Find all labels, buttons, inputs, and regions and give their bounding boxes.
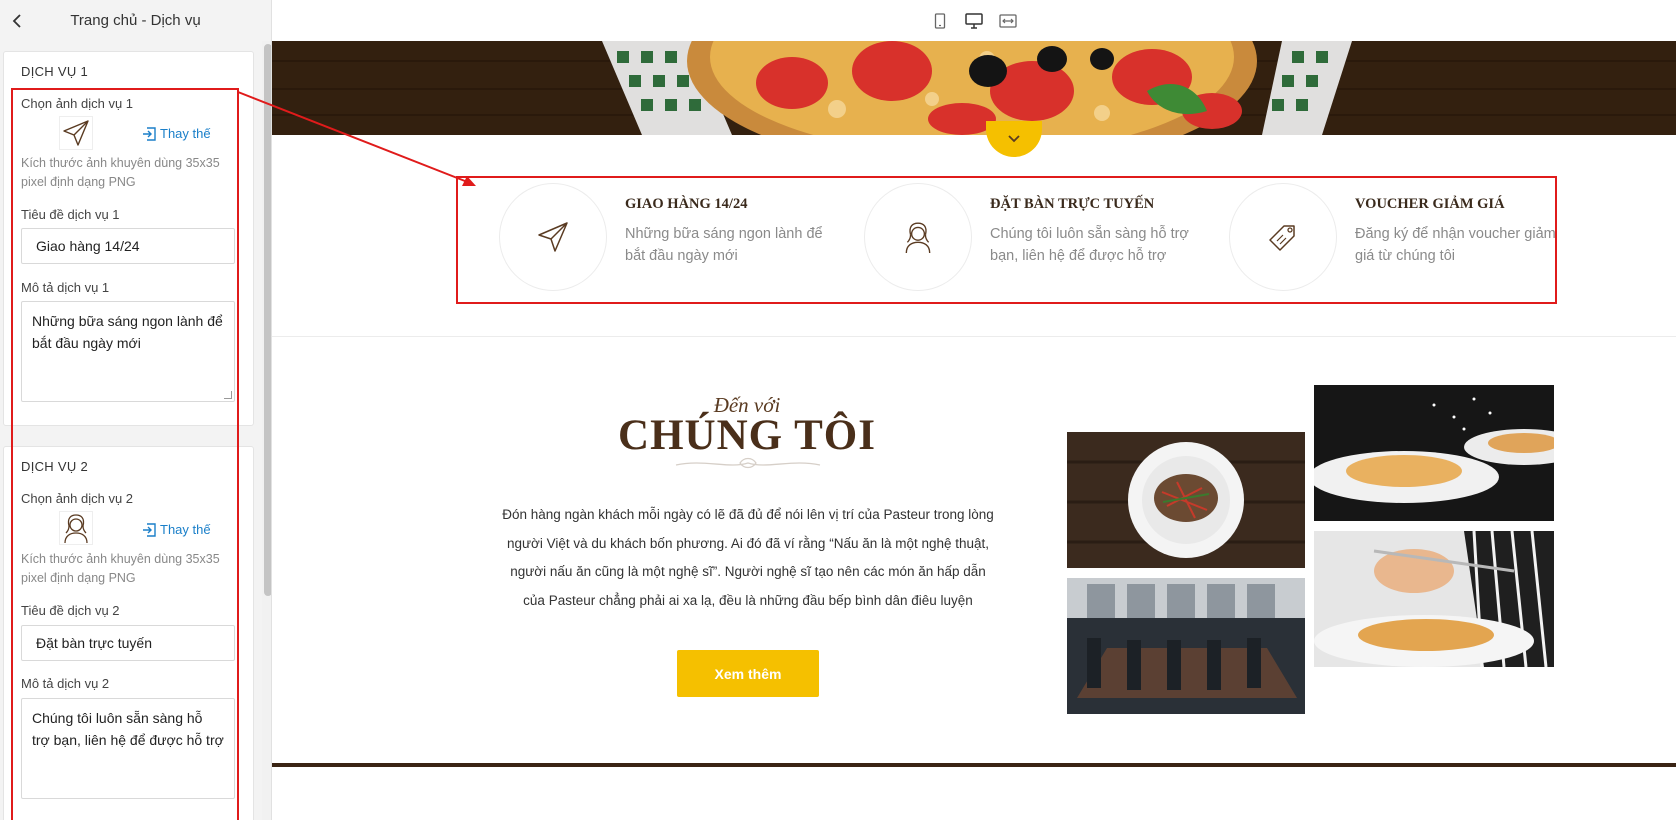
site-preview: GIAO HÀNG 14/24 Những bữa sáng ngon lành…	[272, 41, 1676, 820]
see-more-button[interactable]: Xem thêm	[677, 650, 819, 697]
service-1-card: DỊCH VỤ 1 Chọn ảnh dịch vụ 1 Thay thế Kí…	[3, 51, 254, 426]
service-1-image-label: Chọn ảnh dịch vụ 1	[21, 96, 134, 111]
service-1-title: GIAO HÀNG 14/24	[625, 196, 748, 212]
footer-strip	[272, 763, 1676, 767]
chevron-left-icon	[12, 13, 21, 28]
service-2-title: ĐẶT BÀN TRỰC TUYẾN	[990, 196, 1155, 212]
replace-label: Thay thế	[160, 126, 211, 141]
service-2-card: DỊCH VỤ 2 Chọn ảnh dịch vụ 2 Thay thế Kí…	[3, 446, 254, 820]
mobile-view-button[interactable]	[930, 11, 950, 31]
fullwidth-icon	[999, 13, 1017, 28]
section-divider	[272, 336, 1676, 337]
service-2-icon-circle	[864, 183, 972, 291]
service-3-icon-circle	[1229, 183, 1337, 291]
woman-avatar-icon	[64, 514, 88, 544]
woman-avatar-icon	[905, 222, 931, 253]
service-2-desc-textarea[interactable]: Chúng tôi luôn sẵn sàng hỗ trợ bạn, liên…	[21, 698, 235, 799]
editor-app: Trang chủ - Dịch vụ DỊCH VỤ 1 Chọn ảnh d…	[0, 0, 1676, 820]
food-photo-noodles	[1067, 432, 1305, 568]
food-photo-chef-plating	[1314, 385, 1554, 521]
service-1-title-input[interactable]: Giao hàng 14/24	[21, 228, 235, 264]
device-toolbar	[272, 0, 1676, 48]
replace-icon	[143, 126, 156, 141]
service-1-desc-value: Những bữa sáng ngon lành để bắt đầu ngày…	[32, 313, 223, 351]
service-2-desc: Chúng tôi luôn sẵn sàng hỗ trợ bạn, liên…	[990, 226, 1189, 264]
service-1-title-label: Tiêu đề dịch vụ 1	[21, 207, 120, 222]
service-2-desc-value: Chúng tôi luôn sẵn sàng hỗ trợ bạn, liên…	[32, 710, 224, 748]
service-1-image-hint: Kích thước ảnh khuyên dùng 35x35 pixel đ…	[21, 156, 220, 189]
paper-plane-icon	[538, 222, 568, 252]
service-2-title-label: Tiêu đề dịch vụ 2	[21, 603, 120, 618]
settings-sidebar: Trang chủ - Dịch vụ DỊCH VỤ 1 Chọn ảnh d…	[0, 0, 272, 820]
service-1-icon-circle	[499, 183, 607, 291]
service-2-replace-button[interactable]: Thay thế	[142, 522, 211, 537]
back-button[interactable]	[6, 10, 28, 32]
replace-icon	[143, 522, 156, 537]
service-1-desc-textarea[interactable]: Những bữa sáng ngon lành để bắt đầu ngày…	[21, 301, 235, 402]
fullwidth-view-button[interactable]	[998, 11, 1018, 31]
services-section: GIAO HÀNG 14/24 Những bữa sáng ngon lành…	[456, 176, 1557, 304]
desktop-icon	[965, 12, 983, 29]
service-3-title: VOUCHER GIẢM GIÁ	[1355, 196, 1505, 212]
service-1-replace-button[interactable]: Thay thế	[142, 126, 211, 141]
service-3-desc: Đăng ký để nhận voucher giảm giá từ chún…	[1355, 226, 1556, 264]
restaurant-interior-photo	[1067, 578, 1305, 714]
service-2-image-thumb[interactable]	[59, 511, 93, 545]
pizza-illustration	[272, 41, 1676, 135]
price-tag-icon	[1269, 225, 1295, 251]
about-paragraph: Đón hàng ngàn khách mỗi ngày có lẽ đã đủ…	[502, 507, 994, 608]
service-2-image-hint: Kích thước ảnh khuyên dùng 35x35 pixel đ…	[21, 552, 220, 585]
flourish-ornament	[675, 457, 821, 469]
service-1-desc: Những bữa sáng ngon lành để bắt đầu ngày…	[625, 226, 823, 264]
paper-plane-icon	[63, 120, 89, 146]
sidebar-header: Trang chủ - Dịch vụ	[0, 0, 271, 41]
service-2-image-label: Chọn ảnh dịch vụ 2	[21, 491, 134, 506]
mobile-icon	[934, 12, 946, 29]
chevron-down-icon	[1008, 135, 1020, 143]
scroll-down-button[interactable]	[986, 121, 1042, 157]
about-title: CHÚNG TÔI	[618, 412, 876, 459]
sidebar-scrollbar-thumb[interactable]	[264, 44, 271, 596]
service-1-image-thumb[interactable]	[59, 116, 93, 150]
resize-grip-icon[interactable]	[224, 391, 232, 399]
service-2-title-input[interactable]: Đặt bàn trực tuyến	[21, 625, 235, 661]
sidebar-title: Trang chủ - Dịch vụ	[70, 12, 201, 29]
service-1-heading: DỊCH VỤ 1	[21, 64, 88, 79]
food-photo-tweezers	[1314, 531, 1554, 667]
hero-banner-image	[272, 41, 1676, 135]
service-1-desc-label: Mô tả dịch vụ 1	[21, 280, 110, 295]
service-2-heading: DỊCH VỤ 2	[21, 459, 88, 474]
service-2-desc-label: Mô tả dịch vụ 2	[21, 676, 110, 691]
replace-label: Thay thế	[160, 522, 211, 537]
desktop-view-button[interactable]	[959, 11, 989, 48]
